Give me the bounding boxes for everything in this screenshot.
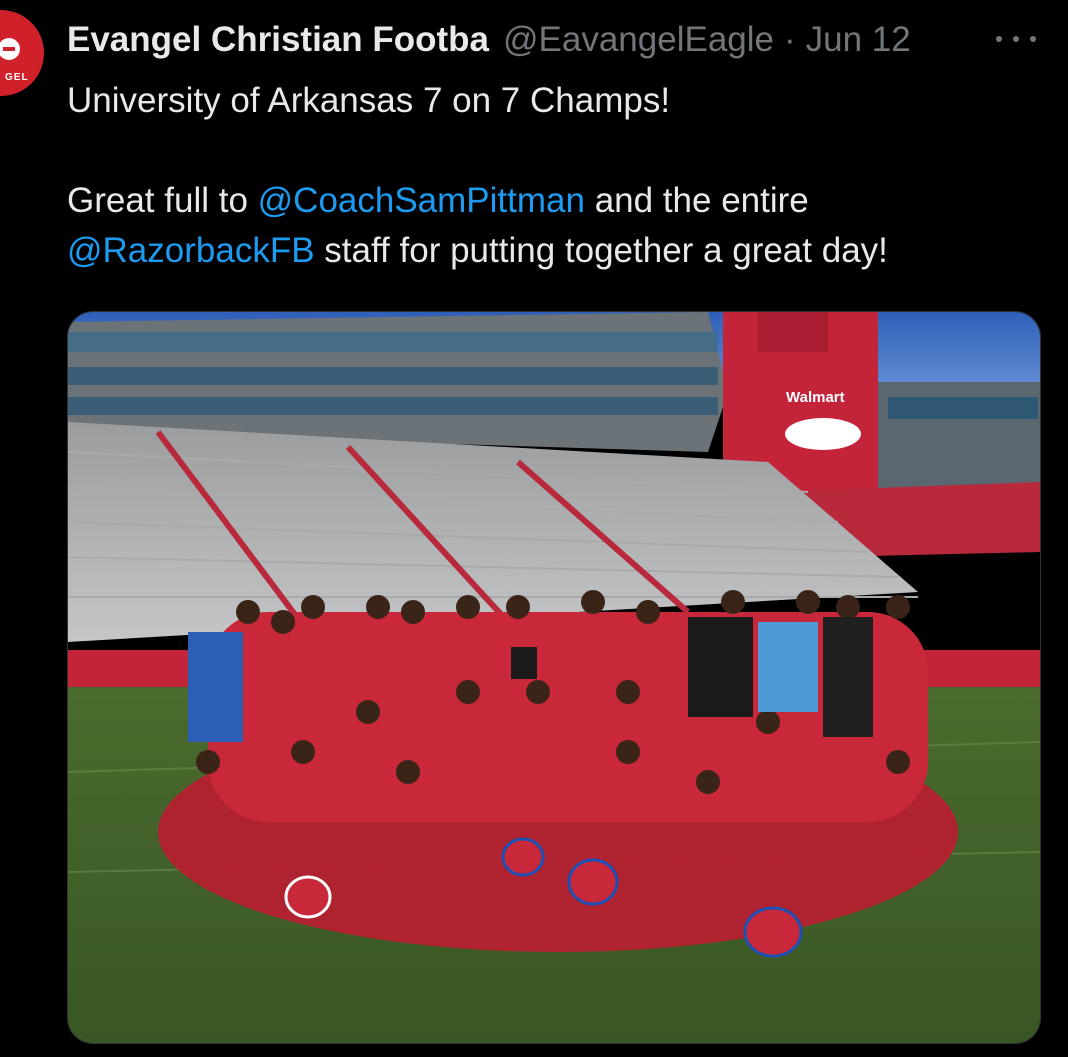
tweet-header: Evangel Christian Footba @EavangelEagle … bbox=[67, 18, 911, 62]
team-group bbox=[158, 590, 958, 958]
team-logo-icon bbox=[0, 38, 20, 60]
more-dot bbox=[1030, 36, 1036, 42]
mention-razorback-fb[interactable]: @RazorbackFB bbox=[67, 231, 315, 270]
tweet-line-1: University of Arkansas 7 on 7 Champs! bbox=[67, 81, 671, 120]
more-options-icon[interactable] bbox=[996, 24, 1036, 54]
author-display-name[interactable]: Evangel Christian Footba bbox=[67, 18, 489, 62]
tweet-text-segment: Great full to bbox=[67, 181, 258, 220]
billboard-text: Walmart bbox=[786, 389, 845, 406]
tweet-text: University of Arkansas 7 on 7 Champs! Gr… bbox=[67, 76, 1027, 276]
more-dot bbox=[996, 36, 1002, 42]
tweet-date[interactable]: Jun 12 bbox=[806, 18, 911, 62]
tweet-photo[interactable]: Walmart bbox=[67, 311, 1041, 1044]
razorback-logo-icon bbox=[785, 418, 861, 450]
tweet-line-3: @RazorbackFB staff for putting together … bbox=[67, 226, 1027, 276]
author-avatar[interactable]: GEL bbox=[0, 10, 44, 96]
tweet-line-2: Great full to @CoachSamPittman and the e… bbox=[67, 176, 1027, 226]
tweet-text-segment: staff for putting together a great day! bbox=[314, 231, 888, 270]
tweet-text-segment: and the entire bbox=[584, 181, 809, 220]
header-separator: · bbox=[784, 20, 796, 59]
mention-coach-sam-pittman[interactable]: @CoachSamPittman bbox=[258, 181, 585, 220]
avatar-logo-text: GEL bbox=[5, 72, 29, 83]
team-photo-illustration: Walmart bbox=[68, 312, 1040, 1043]
more-dot bbox=[1013, 36, 1019, 42]
author-handle[interactable]: @EavangelEagle bbox=[503, 18, 774, 62]
